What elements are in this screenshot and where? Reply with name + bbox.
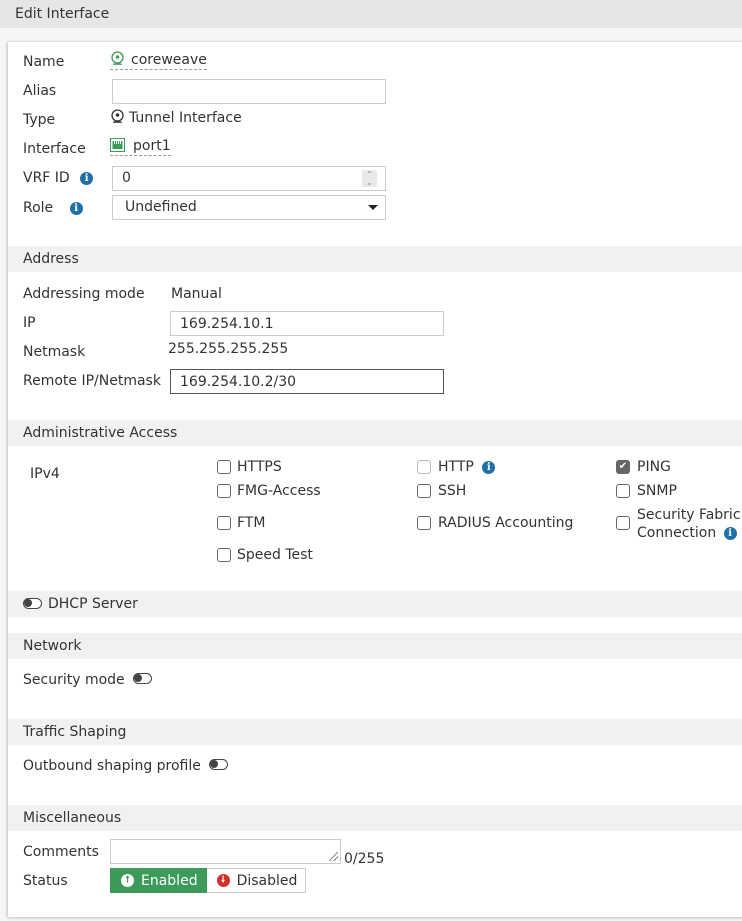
role-label: Role i: [23, 200, 83, 216]
checkbox-label-security-fabric: Security Fabric Connection i: [637, 506, 741, 542]
arrow-up-circle-icon: 🠕: [121, 874, 134, 887]
comments-counter: 0/255: [344, 851, 385, 867]
section-address: Address: [8, 246, 742, 272]
ip-label: IP: [23, 315, 36, 331]
ipv4-label: IPv4: [30, 466, 60, 482]
tunnel-icon: [111, 51, 124, 65]
security-mode-text: Security mode: [23, 672, 125, 688]
section-dhcp-server: DHCP Server: [8, 591, 742, 617]
checkbox-label-https: HTTPS: [237, 459, 282, 475]
resize-handle-icon[interactable]: [329, 852, 338, 861]
checkbox-label-ftm: FTM: [237, 515, 266, 531]
security-fabric-line2-text: Connection: [637, 525, 717, 541]
checkbox-fmg-access[interactable]: [217, 484, 231, 498]
comments-textarea[interactable]: [110, 839, 341, 864]
outbound-shaping-toggle[interactable]: [209, 759, 229, 770]
arrow-down-circle-icon: 🠗: [216, 874, 230, 887]
disabled-label: Disabled: [236, 872, 298, 889]
status-toggle-group: 🠕 Enabled 🠗 Disabled: [110, 868, 307, 893]
name-value: coreweave: [110, 51, 207, 70]
section-traffic-shaping: Traffic Shaping: [8, 719, 742, 745]
enabled-label: Enabled: [141, 872, 198, 889]
checkbox-security-fabric-connection[interactable]: [616, 516, 630, 530]
checkbox-ftm[interactable]: [217, 516, 231, 530]
info-icon[interactable]: i: [69, 202, 83, 215]
netmask-label: Netmask: [23, 344, 86, 360]
checkbox-ping[interactable]: ✔: [616, 460, 630, 474]
section-miscellaneous: Miscellaneous: [8, 805, 742, 831]
comments-label: Comments: [23, 844, 99, 860]
dhcp-server-label: DHCP Server: [48, 596, 138, 612]
info-icon[interactable]: i: [723, 527, 737, 540]
status-disabled-button[interactable]: 🠗 Disabled: [206, 868, 307, 893]
chevron-down-icon: [368, 205, 378, 210]
checkbox-http[interactable]: [417, 460, 431, 474]
role-value: Undefined: [125, 199, 197, 215]
checkbox-label-ssh: SSH: [438, 483, 467, 499]
remote-ip-input[interactable]: [170, 369, 444, 394]
checkbox-snmp[interactable]: [616, 484, 630, 498]
alias-input[interactable]: [112, 79, 386, 104]
vrf-label-text: VRF ID: [23, 170, 70, 186]
checkbox-label-ping: PING: [637, 459, 671, 475]
outbound-shaping-label: Outbound shaping profile: [23, 758, 229, 774]
checkbox-label-snmp: SNMP: [637, 483, 677, 499]
vrf-id-value: 0: [122, 170, 131, 186]
interface-name: coreweave: [131, 52, 207, 68]
vrf-label: VRF ID i: [23, 170, 94, 186]
security-mode-toggle[interactable]: [133, 673, 153, 684]
status-enabled-button[interactable]: 🠕 Enabled: [110, 868, 207, 893]
addressing-mode-label: Addressing mode: [23, 286, 145, 302]
section-network: Network: [8, 633, 742, 659]
ip-input[interactable]: [170, 311, 444, 336]
security-fabric-line1: Security Fabric: [637, 507, 741, 523]
spinner-icon[interactable]: ⌃ ⌄: [362, 170, 377, 187]
checkbox-label-fmg-access: FMG-Access: [237, 483, 321, 499]
checkbox-label-radius-accounting: RADIUS Accounting: [438, 515, 574, 531]
name-label: Name: [23, 54, 65, 70]
security-fabric-line2: Connection i: [637, 524, 741, 542]
type-text: Tunnel Interface: [129, 110, 242, 126]
checkbox-radius-accounting[interactable]: [417, 516, 431, 530]
port-icon: [110, 138, 125, 152]
dialog-title: Edit Interface: [0, 0, 742, 28]
security-mode-label: Security mode: [23, 672, 153, 688]
checkbox-label-speed-test: Speed Test: [237, 547, 313, 563]
role-label-text: Role: [23, 200, 54, 216]
section-administrative-access: Administrative Access: [8, 420, 742, 446]
netmask-value: 255.255.255.255: [168, 341, 289, 357]
alias-label: Alias: [23, 83, 57, 99]
info-icon[interactable]: i: [482, 461, 496, 474]
outbound-shaping-text: Outbound shaping profile: [23, 758, 201, 774]
interface-port: port1: [133, 138, 171, 154]
checkbox-speed-test[interactable]: [217, 548, 231, 562]
addressing-mode-value: Manual: [171, 286, 222, 302]
checkbox-label-http: HTTP i: [438, 459, 496, 475]
dhcp-server-toggle[interactable]: [23, 598, 42, 609]
type-label: Type: [23, 112, 56, 128]
vrf-id-input[interactable]: 0 ⌃ ⌄: [112, 166, 386, 191]
status-label: Status: [23, 873, 68, 889]
type-value: Tunnel Interface: [110, 109, 242, 126]
http-text: HTTP: [438, 459, 474, 475]
interface-label: Interface: [23, 141, 86, 157]
role-select[interactable]: Undefined: [112, 195, 386, 220]
name-field: coreweave: [110, 51, 207, 70]
checkbox-https[interactable]: [217, 460, 231, 474]
tunnel-icon: [111, 109, 124, 123]
checkbox-ssh[interactable]: [417, 484, 431, 498]
info-icon[interactable]: i: [80, 172, 94, 185]
edit-interface-panel: Name coreweave Alias Type Tunnel Interfa…: [8, 42, 742, 917]
interface-field: port1: [110, 138, 171, 156]
remote-ip-label: Remote IP/Netmask: [23, 373, 161, 389]
interface-value: port1: [110, 138, 171, 156]
